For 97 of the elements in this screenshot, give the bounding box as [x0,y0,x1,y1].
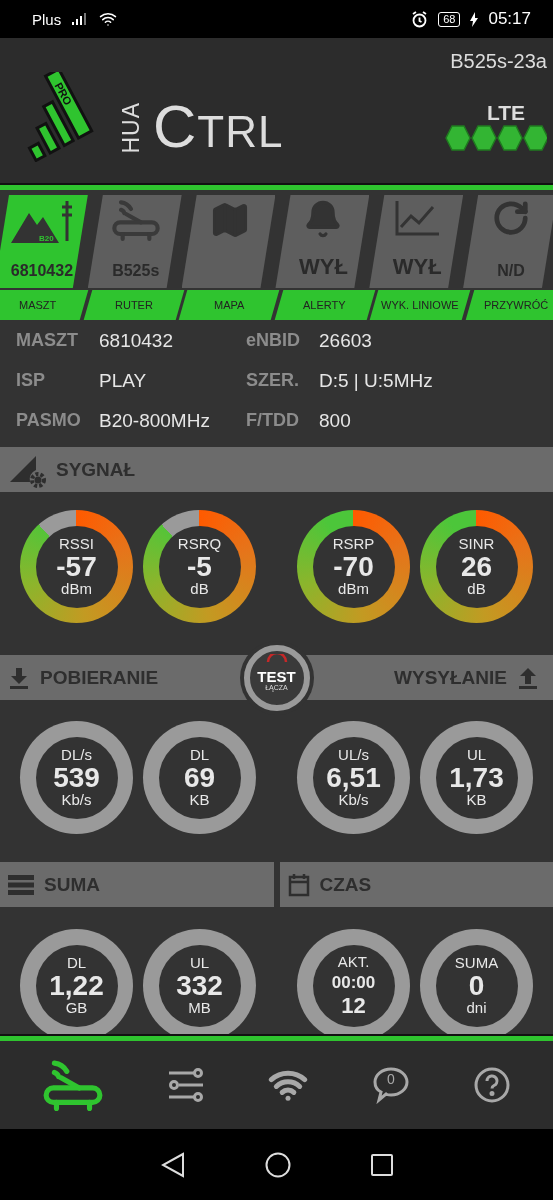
info-label: MASZT [16,330,79,352]
gauge-label: RSRP [332,536,375,552]
nav-button[interactable] [167,1068,206,1102]
section-title: POBIERANIE [40,666,159,689]
gauge-unit: GB [65,1000,88,1016]
section-title: SUMA [44,873,100,896]
gauge-unit: dB [467,581,486,597]
gauge-value: 00:00 [331,974,376,993]
clock: 05:17 [488,9,531,29]
app-title: CTRL [153,96,284,157]
download-icon [8,666,30,689]
gauge-unit: dni [466,1000,487,1016]
carrier-name: Plus [32,10,62,28]
home-icon[interactable] [264,1151,291,1178]
info-label: SZER. [246,370,300,392]
gauge-value: 0 [468,970,485,1001]
speech-bubble-icon [371,1066,410,1104]
tab-value: 6810432 [10,262,74,280]
gauge-label: RSRQ [177,536,222,552]
info-label: F/TDD [246,410,300,432]
help-icon [473,1066,512,1104]
router-model: B525s-23a [450,50,547,73]
back-icon[interactable] [160,1151,185,1178]
gauge-unit: dB [190,581,209,597]
gauge-value: -5 [187,551,212,582]
info-label: ISP [16,370,46,392]
gauge-label: UL [466,747,487,763]
info-value: 26603 [319,330,373,352]
router-icon [41,1058,104,1112]
gauge-label: SUMA [454,955,499,971]
tab-label[interactable]: MAPA [178,290,279,320]
gauge-unit: MB [188,1000,211,1016]
nav-button[interactable]: 0 [371,1066,410,1104]
gauge-unit: Kb/s [338,792,369,808]
line-chart-icon [394,199,441,237]
band-label: B20 [38,234,54,243]
gauge-value: 1,22 [49,970,104,1001]
reload-icon [492,199,531,237]
logo-text: PRO [52,79,75,107]
gauge-unit: 12 [341,994,366,1018]
tab-label[interactable]: RUTER [83,290,184,320]
gauge-value: -57 [56,551,97,582]
recent-apps-icon[interactable] [370,1153,393,1176]
info-value: D:5 | U:5MHz [319,370,434,392]
gauge-unit: dBm [61,581,92,597]
app-title-prefix: HUA [120,101,143,154]
gauge-value: 6,51 [326,762,381,793]
gauge-unit: KB [466,792,487,808]
speedometer-icon [265,653,288,662]
wifi-icon [99,10,118,28]
gauge-unit: KB [189,792,210,808]
upload-icon [517,666,539,689]
gauge-unit: Kb/s [61,792,92,808]
info-value: 6810432 [99,330,174,352]
info-label: PASMO [16,410,82,432]
info-value: B20-800MHz [99,410,211,432]
tab-label[interactable]: WYK. LINIOWE [369,290,470,320]
info-value: 800 [319,410,352,432]
tab-tile[interactable]: B20 6810432 [0,195,88,288]
gauge-label: UL/s [338,747,369,763]
signal-hexagons-icon [445,125,547,151]
calendar-icon [287,872,310,897]
section-title: CZAS [319,873,372,896]
network-type: LTE [486,101,525,125]
message-count: 0 [385,1071,396,1087]
info-label: eNBID [246,330,301,352]
server-list-icon [8,874,34,895]
mountain-icon [10,213,59,243]
router-icon [110,199,161,242]
gauge-value: 69 [183,762,216,793]
gauge-unit: dBm [338,581,369,597]
battery-level: 68 [438,11,461,27]
gauge-label: DL [189,747,210,763]
charging-icon [470,11,479,27]
gauge-label: SINR [458,536,495,552]
tab-tile[interactable] [181,195,276,288]
gauge-label: AKT. [337,953,370,970]
tab-label[interactable]: MASZT [0,290,88,320]
nav-button[interactable] [41,1058,104,1112]
gauge-value: -70 [333,551,374,582]
gauge-value: 26 [460,551,493,582]
gauge-value: 539 [53,762,100,793]
section-title: WYSYŁANIE [394,666,507,689]
gauge-value: 332 [176,970,223,1001]
section-title: SYGNAŁ [56,458,136,481]
info-value: PLAY [99,370,148,392]
gauge-label: DL [66,955,87,971]
gauge-label: RSSI [59,536,94,552]
alarm-icon [411,10,429,28]
sliders-icon [167,1068,206,1102]
tab-label[interactable]: ALERTY [274,290,375,320]
gauge-label: DL/s [61,747,92,763]
tab-label[interactable]: PRZYWRÓĆ [465,290,553,320]
tower-icon [60,199,74,243]
gauge-label: UL [189,955,210,971]
gauge-value: 1,73 [449,762,504,793]
nav-button[interactable] [473,1066,512,1104]
